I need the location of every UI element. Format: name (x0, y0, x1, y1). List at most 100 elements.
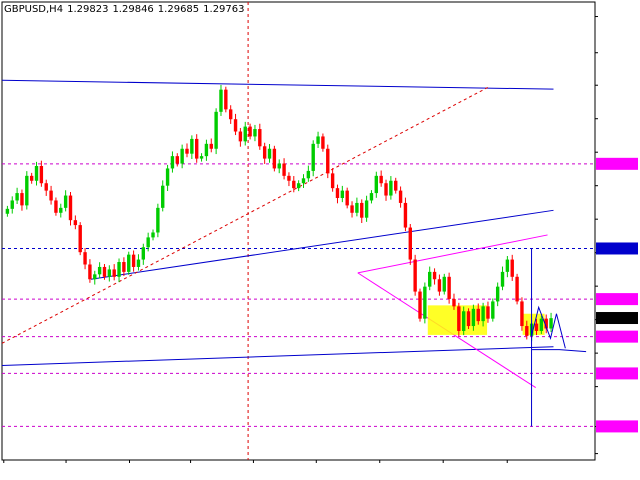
candle-body (262, 146, 267, 159)
plot-frame (1, 1, 596, 461)
candle-body (209, 143, 213, 149)
candle-body (136, 259, 141, 267)
candle-body (491, 301, 495, 319)
candle-body (418, 291, 422, 319)
candle-body (185, 148, 189, 154)
candle-body (131, 254, 136, 267)
candle-body (486, 306, 490, 319)
candle-body (520, 301, 524, 327)
candle-body (258, 129, 262, 147)
candle-body (539, 318, 544, 331)
candle-body (59, 207, 63, 213)
candle-body (505, 259, 510, 272)
candle-body (466, 311, 471, 327)
candle-body (219, 89, 223, 112)
candle-body (112, 269, 116, 277)
candle-body (277, 163, 281, 169)
candle-body (437, 279, 442, 292)
candle-body (500, 271, 505, 287)
candle-body (156, 207, 160, 233)
candle-body (379, 175, 383, 184)
candle-body (20, 193, 24, 206)
candle-body (549, 318, 553, 329)
candle-body (389, 180, 393, 196)
candle-body (394, 180, 398, 191)
candle-body (253, 129, 257, 137)
candle-body (287, 175, 291, 181)
candle-body (107, 269, 112, 277)
candle-body (248, 126, 252, 137)
candle-body (73, 220, 78, 226)
trend-line (90, 209, 554, 280)
level-label-bg (596, 157, 638, 170)
candle-body (25, 175, 29, 206)
candle-body (282, 163, 286, 176)
candle-body (117, 262, 121, 277)
candle-body (83, 252, 87, 265)
candle-body (34, 165, 39, 181)
candle-body (267, 148, 272, 159)
candle-body (369, 193, 374, 201)
candle-body (175, 156, 179, 164)
trend-line (1, 346, 554, 366)
candle-body (476, 308, 480, 322)
candle-body (122, 262, 126, 272)
candle-body (39, 165, 44, 184)
open-value: 1.29823 (67, 4, 109, 15)
candle-body (510, 259, 514, 277)
candle-body (151, 232, 155, 238)
candle-body (384, 183, 388, 196)
candle-body (180, 148, 184, 164)
level-label-bg (596, 367, 638, 380)
candle-body (534, 323, 539, 331)
candle-body (481, 306, 485, 322)
level-label-bg (596, 293, 638, 306)
candle-body (195, 138, 199, 159)
candle-body (127, 254, 131, 272)
candle-body (165, 168, 170, 186)
candle-body (272, 148, 277, 169)
candle-body (199, 156, 204, 159)
candle-body (63, 195, 68, 208)
candle-body (471, 308, 476, 327)
candle-body (335, 188, 340, 199)
chart-window[interactable]: GBPUSD,H4 1.29823 1.29846 1.29685 1.29763 (0, 0, 640, 480)
candle-body (54, 200, 58, 213)
candle-body (408, 227, 412, 260)
candle-body (442, 276, 446, 292)
high-value: 1.29846 (112, 4, 154, 15)
candle-body (296, 183, 301, 189)
candle-body (398, 190, 403, 203)
candle-body (330, 173, 335, 189)
candle-body (525, 326, 529, 336)
candle-body (311, 143, 315, 171)
candle-body (228, 109, 233, 120)
candle-body (170, 156, 175, 169)
candle-body (68, 195, 73, 221)
candle-body (428, 271, 432, 287)
candle-body (15, 193, 19, 201)
candle-body (190, 138, 194, 154)
level-label-bg (596, 330, 638, 343)
candle-body (461, 311, 466, 331)
level-label-bg (596, 242, 638, 255)
trend-line (1, 79, 554, 90)
candle-body (326, 148, 330, 174)
candle-body (29, 175, 34, 181)
candlestick-chart[interactable] (0, 0, 640, 480)
candle-body (495, 286, 500, 302)
candle-body (423, 286, 427, 319)
candle-body (224, 89, 228, 110)
candle-body (316, 136, 320, 144)
close-value: 1.29763 (203, 4, 245, 15)
candle-body (452, 298, 456, 307)
candle-body (78, 225, 82, 253)
candle-body (301, 178, 306, 184)
candle-body (515, 276, 519, 302)
candle-body (88, 264, 92, 280)
low-value: 1.29685 (157, 4, 200, 15)
candle-body (5, 208, 10, 214)
level-label-bg (596, 312, 638, 325)
candle-body (360, 202, 364, 218)
candle-body (238, 131, 243, 142)
